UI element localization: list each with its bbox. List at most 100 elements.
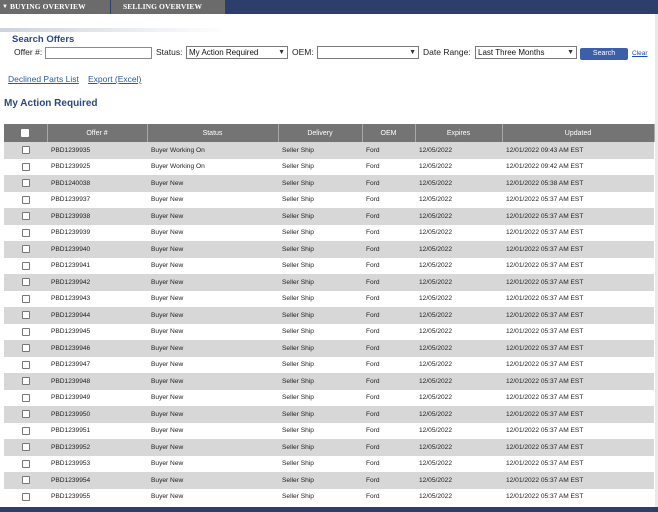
table-row[interactable]: PBD1239944 Buyer New Seller Ship Ford 12/05/… xyxy=(4,307,654,324)
row-select-cell[interactable] xyxy=(4,208,47,225)
row-select-cell[interactable] xyxy=(4,290,47,307)
column-header[interactable]: Delivery xyxy=(278,124,363,142)
updated-cell: 12/01/2022 05:37 AM EST xyxy=(502,472,654,489)
select-all-checkbox[interactable] xyxy=(21,129,30,137)
status-cell: Buyer New xyxy=(147,290,278,307)
table-row[interactable]: PBD1239952 Buyer New Seller Ship Ford 12/05/… xyxy=(4,439,654,456)
row-select-cell[interactable] xyxy=(4,422,47,439)
row-checkbox[interactable] xyxy=(21,410,30,419)
table-row[interactable]: PBD1239948 Buyer New Seller Ship Ford 12/05/… xyxy=(4,373,654,390)
row-select-cell[interactable] xyxy=(4,323,47,340)
delivery-cell: Seller Ship xyxy=(278,472,362,489)
row-select-cell[interactable] xyxy=(4,472,47,489)
row-checkbox[interactable] xyxy=(21,162,30,171)
row-select-cell[interactable] xyxy=(4,340,47,357)
row-select-cell[interactable] xyxy=(4,191,47,208)
status-cell: Buyer New xyxy=(147,389,278,406)
row-checkbox[interactable] xyxy=(21,146,30,155)
row-select-cell[interactable] xyxy=(4,488,47,505)
row-checkbox[interactable] xyxy=(21,195,30,204)
row-checkbox[interactable] xyxy=(21,459,30,468)
row-checkbox[interactable] xyxy=(21,344,30,353)
updated-cell: 12/01/2022 05:37 AM EST xyxy=(502,340,654,357)
table-row[interactable]: PBD1239951 Buyer New Seller Ship Ford 12/05/… xyxy=(4,422,654,439)
tab-selling-overview[interactable]: SELLING OVERVIEW xyxy=(111,0,225,14)
table-row[interactable]: PBD1239941 Buyer New Seller Ship Ford 12/05/… xyxy=(4,257,654,274)
row-checkbox[interactable] xyxy=(21,278,30,287)
table-row[interactable]: PBD1239947 Buyer New Seller Ship Ford 12/05/… xyxy=(4,356,654,373)
expires-cell: 12/05/2022 xyxy=(415,158,502,175)
table-row[interactable]: PBD1239946 Buyer New Seller Ship Ford 12/05/… xyxy=(4,340,654,357)
row-select-cell[interactable] xyxy=(4,257,47,274)
table-row[interactable]: PBD1240038 Buyer New Seller Ship Ford 12/05/… xyxy=(4,175,654,192)
row-select-cell[interactable] xyxy=(4,455,47,472)
table-row[interactable]: PBD1239925 Buyer Working On Seller Ship For… xyxy=(4,158,654,175)
status-cell: Buyer New xyxy=(147,340,278,357)
date-range-label: Date Range: xyxy=(423,47,471,57)
row-checkbox[interactable] xyxy=(21,311,30,320)
row-select-cell[interactable] xyxy=(4,241,47,258)
row-select-cell[interactable] xyxy=(4,224,47,241)
row-checkbox[interactable] xyxy=(21,393,30,402)
row-select-cell[interactable] xyxy=(4,142,47,159)
updated-cell: 12/01/2022 05:37 AM EST xyxy=(502,307,654,324)
table-row[interactable]: PBD1239950 Buyer New Seller Ship Ford 12/05/… xyxy=(4,406,654,423)
oem-cell: Ford xyxy=(362,406,415,423)
row-select-cell[interactable] xyxy=(4,389,47,406)
clear-link[interactable]: Clear xyxy=(632,50,648,57)
dropdown-arrow-icon: ▼ xyxy=(409,49,416,56)
table-row[interactable]: PBD1239935 Buyer Working On Seller Ship For… xyxy=(4,142,654,159)
table-row[interactable]: PBD1239945 Buyer New Seller Ship Ford 12/05/… xyxy=(4,323,654,340)
table-row[interactable]: PBD1239942 Buyer New Seller Ship Ford 12/05/… xyxy=(4,274,654,291)
row-select-cell[interactable] xyxy=(4,439,47,456)
row-checkbox[interactable] xyxy=(21,426,30,435)
offer-input[interactable] xyxy=(45,47,152,59)
row-checkbox[interactable] xyxy=(21,179,30,188)
row-select-cell[interactable] xyxy=(4,373,47,390)
row-checkbox[interactable] xyxy=(21,212,30,221)
row-checkbox[interactable] xyxy=(21,492,30,501)
row-checkbox[interactable] xyxy=(21,476,30,485)
select-all-header[interactable] xyxy=(4,124,48,142)
row-checkbox[interactable] xyxy=(21,261,30,270)
row-checkbox[interactable] xyxy=(21,377,30,386)
table-row[interactable]: PBD1239949 Buyer New Seller Ship Ford 12/05/… xyxy=(4,389,654,406)
row-select-cell[interactable] xyxy=(4,406,47,423)
row-select-cell[interactable] xyxy=(4,356,47,373)
column-header[interactable]: Offer # xyxy=(47,124,148,142)
expires-cell: 12/05/2022 xyxy=(415,472,502,489)
search-button[interactable]: Search xyxy=(580,48,628,60)
table-row[interactable]: PBD1239939 Buyer New Seller Ship Ford 12/05/… xyxy=(4,224,654,241)
export-excel-link[interactable]: Export (Excel) xyxy=(88,74,141,84)
row-checkbox[interactable] xyxy=(21,327,30,336)
status-select[interactable]: My Action Required ▼ xyxy=(186,46,288,59)
row-checkbox[interactable] xyxy=(21,443,30,452)
table-row[interactable]: PBD1239954 Buyer New Seller Ship Ford 12/05/… xyxy=(4,472,654,489)
table-row[interactable]: PBD1239953 Buyer New Seller Ship Ford 12/05/… xyxy=(4,455,654,472)
table-row[interactable]: PBD1239937 Buyer New Seller Ship Ford 12/05/… xyxy=(4,191,654,208)
table-row[interactable]: PBD1239943 Buyer New Seller Ship Ford 12/05/… xyxy=(4,290,654,307)
row-checkbox[interactable] xyxy=(21,360,30,369)
column-header[interactable]: OEM xyxy=(362,124,416,142)
status-cell: Buyer New xyxy=(147,175,278,192)
date-range-select[interactable]: Last Three Months ▼ xyxy=(475,46,577,59)
column-header[interactable]: Updated xyxy=(502,124,655,142)
row-checkbox[interactable] xyxy=(21,294,30,303)
row-checkbox[interactable] xyxy=(21,228,30,237)
table-row[interactable]: PBD1239955 Buyer New Seller Ship Ford 12/05/… xyxy=(4,488,654,505)
row-select-cell[interactable] xyxy=(4,274,47,291)
row-checkbox[interactable] xyxy=(21,245,30,254)
table-row[interactable]: PBD1239940 Buyer New Seller Ship Ford 12/05/… xyxy=(4,241,654,258)
declined-parts-link[interactable]: Declined Parts List xyxy=(8,74,79,84)
oem-cell: Ford xyxy=(362,472,415,489)
row-select-cell[interactable] xyxy=(4,307,47,324)
oem-select[interactable]: ▼ xyxy=(317,46,419,59)
oem-cell: Ford xyxy=(362,439,415,456)
column-header[interactable]: Status xyxy=(147,124,279,142)
row-select-cell[interactable] xyxy=(4,175,47,192)
tab-buying-overview[interactable]: ▼ BUYING OVERVIEW xyxy=(0,0,110,14)
table-row[interactable]: PBD1239938 Buyer New Seller Ship Ford 12/05/… xyxy=(4,208,654,225)
column-header[interactable]: Expires xyxy=(415,124,503,142)
expires-cell: 12/05/2022 xyxy=(415,175,502,192)
row-select-cell[interactable] xyxy=(4,158,47,175)
